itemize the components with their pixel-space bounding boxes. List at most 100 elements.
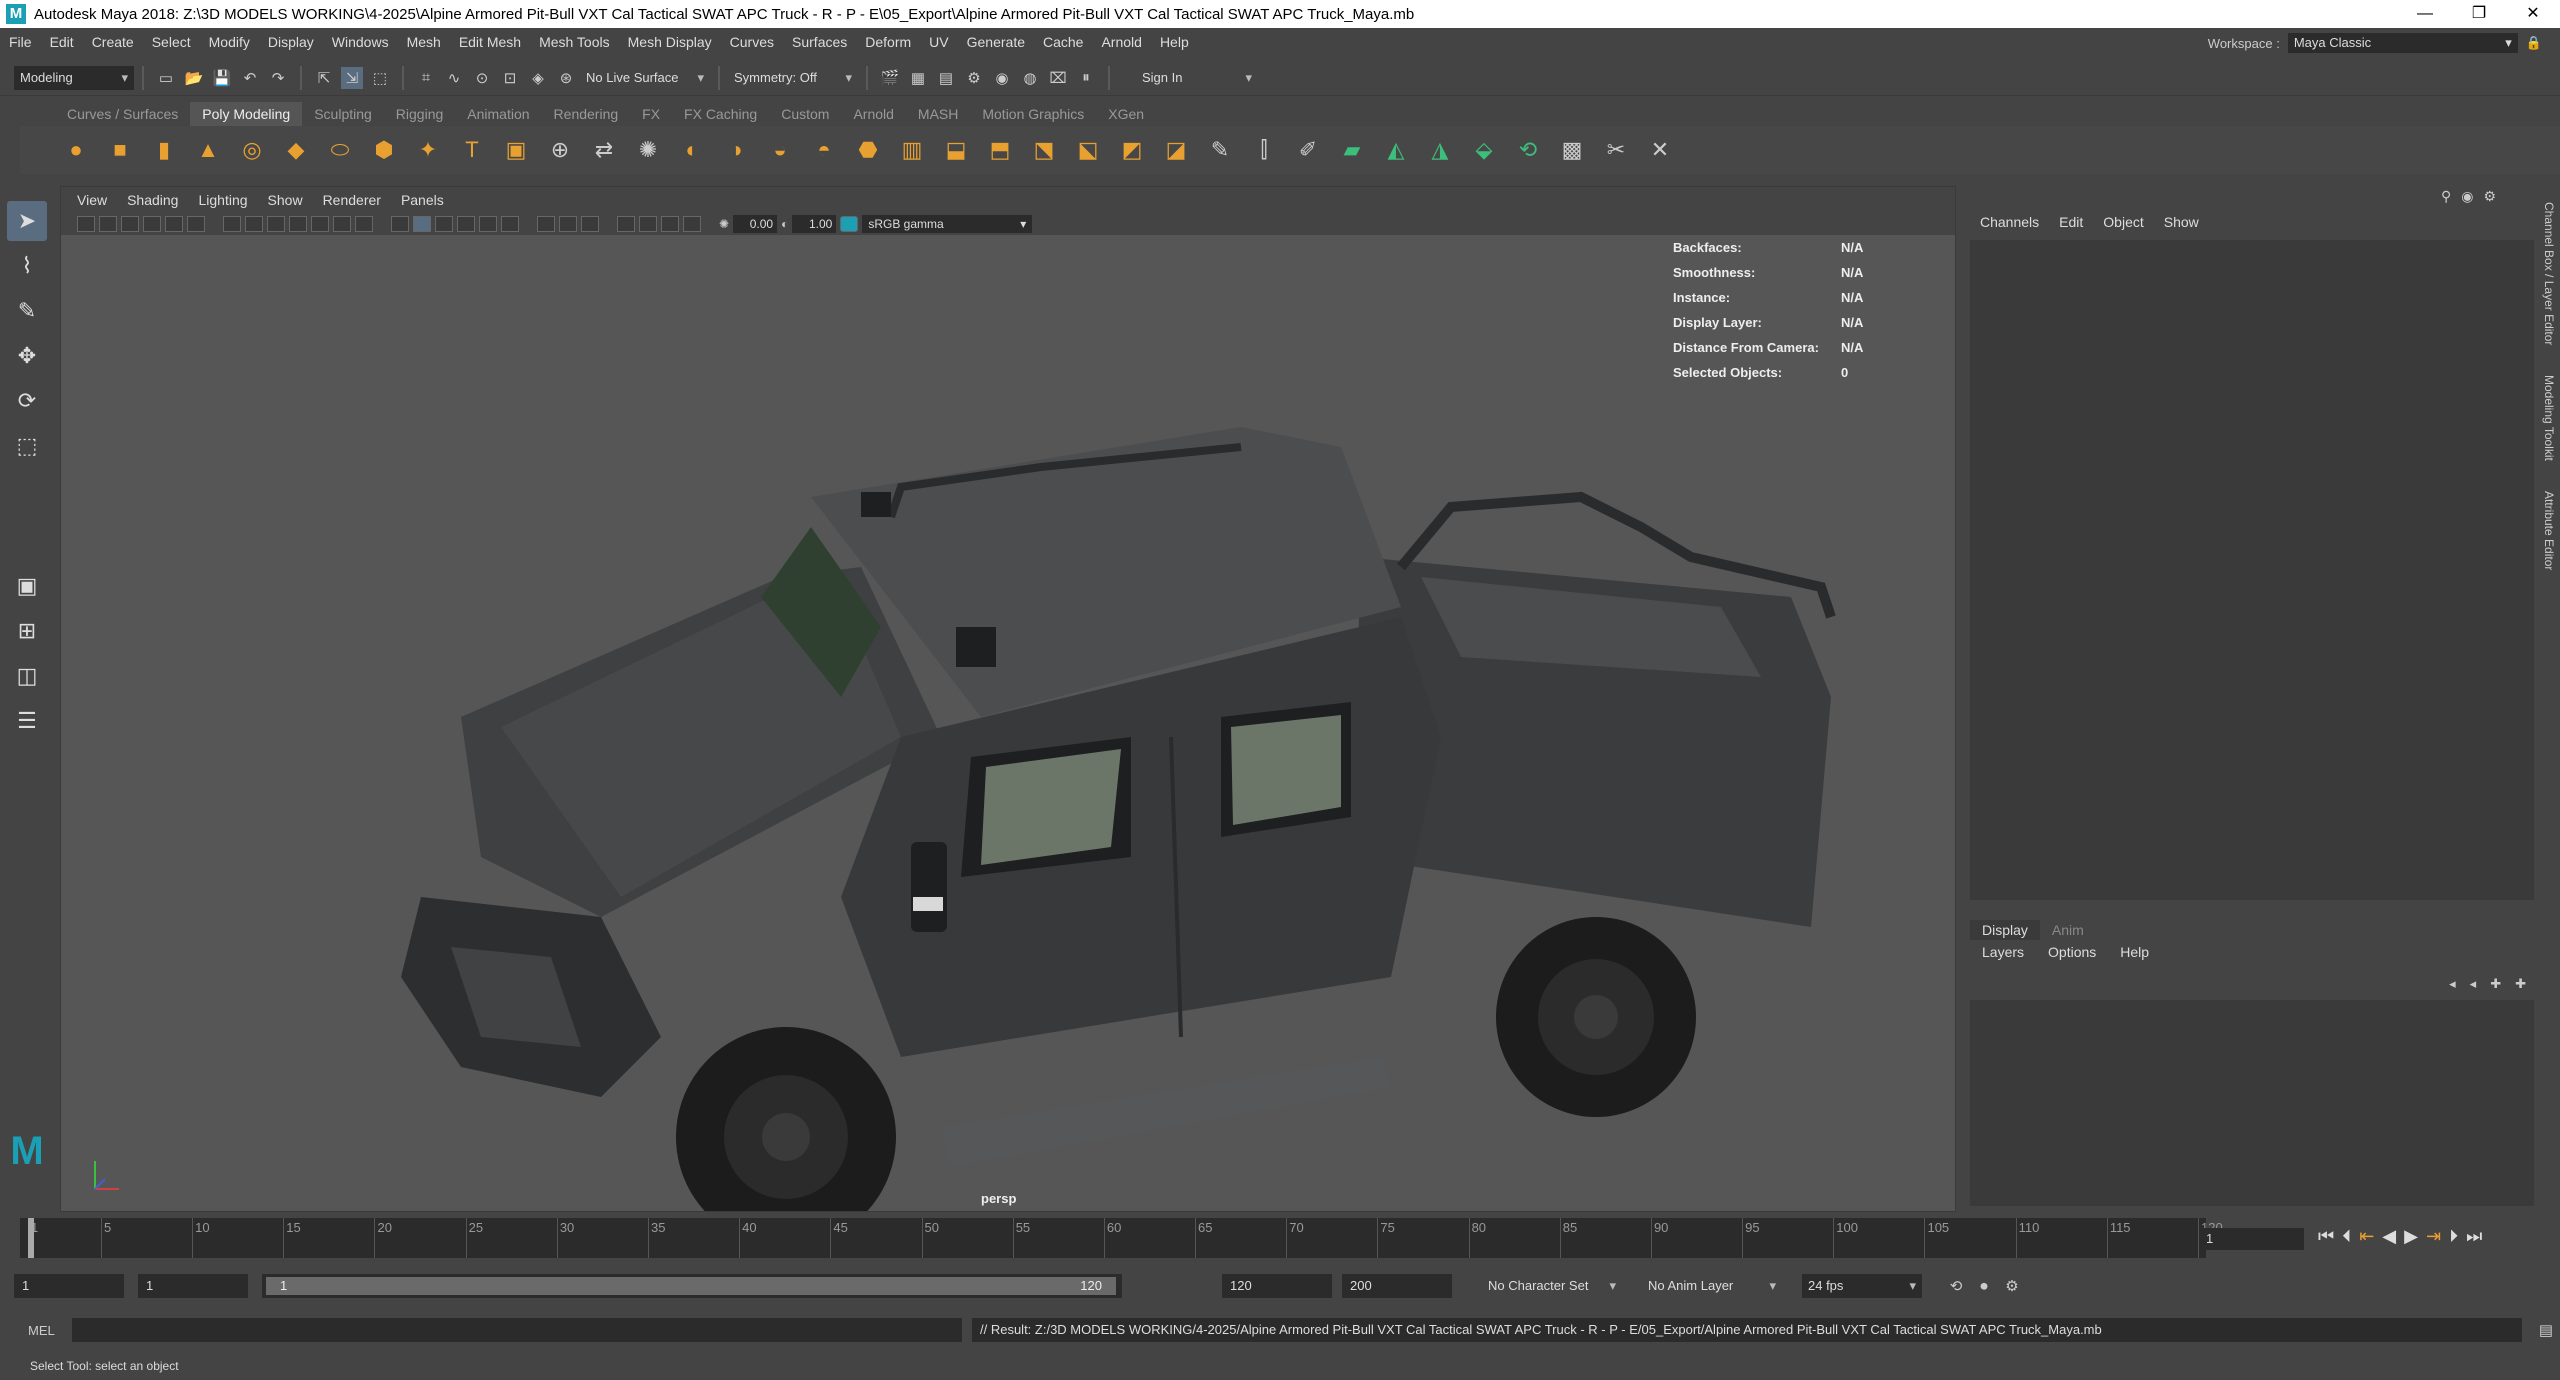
smooth-tool-icon[interactable]: ✺ (632, 134, 664, 166)
viewport-panel[interactable]: View Shading Lighting Show Renderer Pane… (60, 186, 1956, 1212)
menu-arnold[interactable]: Arnold (1092, 34, 1150, 50)
tool-settings-icon[interactable]: ⚙ (2483, 188, 2496, 205)
shelf-tab-poly-modeling[interactable]: Poly Modeling (190, 102, 303, 126)
grease-pencil-icon[interactable] (187, 216, 205, 232)
new-scene-icon[interactable]: ▭ (155, 67, 177, 89)
isolate-select-icon[interactable] (617, 216, 635, 232)
viewport-menu-renderer[interactable]: Renderer (313, 192, 391, 208)
grid-icon[interactable] (223, 216, 241, 232)
automatic-uv-icon[interactable]: ⬙ (1468, 134, 1500, 166)
shelf-tab-arnold[interactable]: Arnold (841, 102, 905, 126)
gamma-field[interactable]: 1.00 (792, 215, 837, 233)
menu-create[interactable]: Create (83, 34, 143, 50)
camera-select-icon[interactable] (77, 216, 95, 232)
poly-cone-icon[interactable]: ▲ (192, 134, 224, 166)
tab-modeling-toolkit[interactable]: Modeling Toolkit (2542, 375, 2556, 461)
extrude-icon[interactable]: ⬒ (984, 134, 1016, 166)
scale-tool-icon[interactable]: ⬚ (7, 426, 47, 466)
type-tool-icon[interactable]: T (456, 134, 488, 166)
redo-icon[interactable]: ↷ (267, 67, 289, 89)
planar-uv-icon[interactable]: ▰ (1336, 134, 1368, 166)
symmetry-dropdown[interactable]: Symmetry: Off (728, 65, 858, 90)
menu-select[interactable]: Select (143, 34, 200, 50)
play-forward-icon[interactable]: ▶ (2404, 1226, 2418, 1247)
resolution-gate-icon[interactable] (267, 216, 285, 232)
poly-cylinder-icon[interactable]: ▮ (148, 134, 180, 166)
single-view-icon[interactable]: ▣ (7, 566, 47, 606)
offset-edge-loop-icon[interactable]: ✐ (1292, 134, 1324, 166)
go-to-end-icon[interactable]: ⏭ (2466, 1226, 2482, 1247)
attribute-editor-icon[interactable]: ◉ (2461, 188, 2473, 205)
minimize-button[interactable]: — (2398, 0, 2452, 28)
shelf-tab-rendering[interactable]: Rendering (542, 102, 631, 126)
show-menu[interactable]: Show (2154, 214, 2209, 230)
go-to-start-icon[interactable]: ⏮ (2318, 1226, 2334, 1247)
select-tool-icon[interactable]: ➤ (7, 201, 47, 241)
tab-channel-box-layer-editor[interactable]: Channel Box / Layer Editor (2542, 202, 2556, 345)
viewport-menu-show[interactable]: Show (258, 192, 313, 208)
layer-list[interactable] (1970, 1000, 2534, 1206)
loop-icon[interactable]: ⟲ (1945, 1275, 1967, 1297)
checker-icon[interactable]: ▩ (1556, 134, 1588, 166)
wireframe-on-shaded-icon[interactable] (435, 216, 453, 232)
separate-icon[interactable]: ◑ (720, 134, 752, 166)
camera-attributes-icon[interactable] (99, 216, 117, 232)
range-slider[interactable]: 1 120 (262, 1274, 1122, 1298)
mirror-tool-icon[interactable]: ⇄ (588, 134, 620, 166)
anim-layer-dropdown[interactable]: No Anim Layer (1642, 1274, 1782, 1298)
paint-select-icon[interactable]: ✎ (7, 291, 47, 331)
menu-windows[interactable]: Windows (323, 34, 398, 50)
menu-mesh[interactable]: Mesh (398, 34, 450, 50)
play-backward-icon[interactable]: ◀ (2382, 1226, 2396, 1247)
new-layer-selected-icon[interactable]: ✚ (2515, 976, 2526, 992)
gate-mask-icon[interactable] (289, 216, 307, 232)
combine-icon[interactable]: ◐ (676, 134, 708, 166)
workspace-dropdown[interactable]: Maya Classic (2287, 33, 2518, 53)
anti-aliasing-icon[interactable] (581, 216, 599, 232)
tab-anim[interactable]: Anim (2040, 920, 2096, 940)
outliner-icon[interactable]: ☰ (7, 701, 47, 741)
wireframe-icon[interactable] (391, 216, 409, 232)
rotate-tool-icon[interactable]: ⟳ (7, 381, 47, 421)
two-d-pan-icon[interactable] (165, 216, 183, 232)
poly-disc-icon[interactable]: ⬭ (324, 134, 356, 166)
field-chart-icon[interactable] (311, 216, 329, 232)
insert-edge-loop-icon[interactable]: ⫿ (1248, 134, 1280, 166)
spherical-uv-icon[interactable]: ◮ (1424, 134, 1456, 166)
menu-curves[interactable]: Curves (721, 34, 783, 50)
menu-uv[interactable]: UV (920, 34, 957, 50)
move-layer-up-icon[interactable]: ◂ (2449, 976, 2456, 992)
lasso-tool-icon[interactable]: ⌇ (7, 246, 47, 286)
ambient-occlusion-icon[interactable] (537, 216, 555, 232)
help-menu[interactable]: Help (2108, 944, 2161, 960)
menu-set-dropdown[interactable]: Modeling (14, 65, 134, 90)
range-slider-handle[interactable]: 1 120 (266, 1277, 1116, 1295)
uv-editor-icon[interactable]: ⟲ (1512, 134, 1544, 166)
open-scene-icon[interactable]: 📂 (183, 67, 205, 89)
maximize-button[interactable]: ❐ (2452, 0, 2506, 28)
step-back-icon[interactable]: ⏴ (2342, 1226, 2351, 1247)
poly-sphere-icon[interactable]: ● (60, 134, 92, 166)
playback-start-field[interactable]: 1 (138, 1274, 248, 1298)
channels-menu[interactable]: Channels (1970, 214, 2049, 230)
menu-display[interactable]: Display (259, 34, 323, 50)
smooth-shade-icon[interactable] (413, 216, 431, 232)
poly-torus-icon[interactable]: ◎ (236, 134, 268, 166)
move-layer-down-icon[interactable]: ◂ (2470, 976, 2477, 992)
object-menu[interactable]: Object (2093, 214, 2153, 230)
poly-cube-icon[interactable]: ■ (104, 134, 136, 166)
fps-dropdown[interactable]: 24 fps (1802, 1274, 1922, 1298)
boolean-icon[interactable]: ◓ (808, 134, 840, 166)
shelf-tab-curves-surfaces[interactable]: Curves / Surfaces (55, 102, 190, 126)
motion-blur-icon[interactable] (559, 216, 577, 232)
xray-icon[interactable] (639, 216, 657, 232)
use-all-lights-icon[interactable] (479, 216, 497, 232)
select-object-icon[interactable]: ⇲ (341, 66, 363, 89)
menu-mesh-tools[interactable]: Mesh Tools (530, 34, 619, 50)
menu-generate[interactable]: Generate (958, 34, 1034, 50)
poly-plane-icon[interactable]: ◆ (280, 134, 312, 166)
tab-display[interactable]: Display (1970, 920, 2040, 940)
bridge-icon[interactable]: ⬓ (940, 134, 972, 166)
make-live-icon[interactable]: ⊛ (555, 67, 577, 89)
menu-edit[interactable]: Edit (41, 34, 83, 50)
